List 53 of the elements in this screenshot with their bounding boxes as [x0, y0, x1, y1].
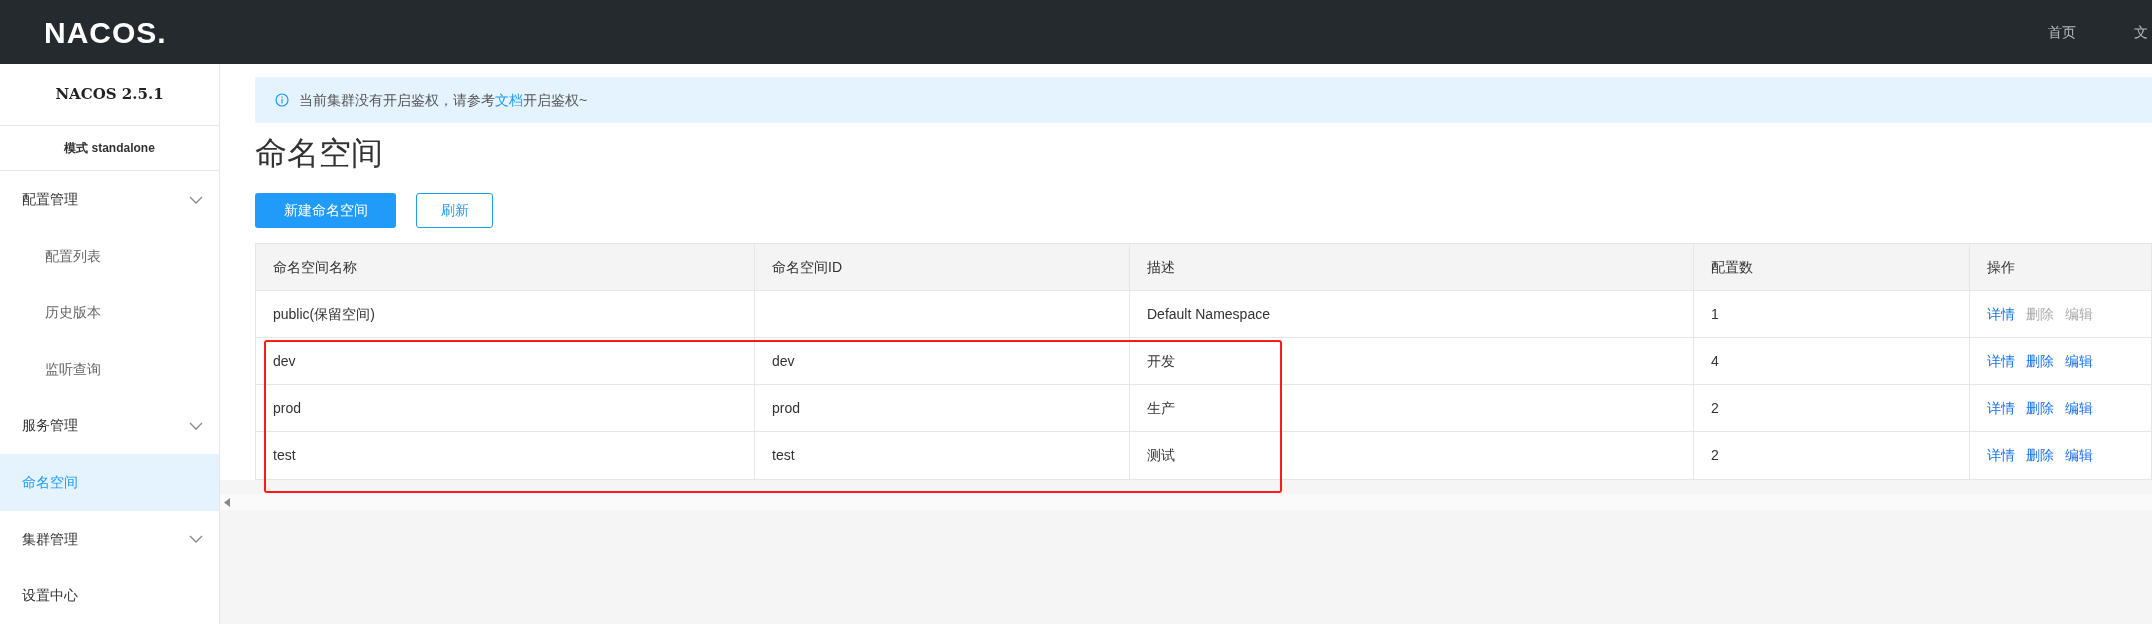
version-label: NACOS 2.5.1 [55, 84, 164, 106]
table-cell: 测试 [1129, 432, 1693, 479]
chevron-down-icon [189, 535, 203, 544]
row-action-link[interactable]: 详情 [1987, 303, 2015, 325]
table-cell: 1 [1693, 291, 1969, 337]
create-button[interactable]: 新建命名空间 [255, 193, 396, 228]
menu-item[interactable]: 集群管理 [0, 510, 219, 568]
table-cell: 2 [1693, 385, 1969, 431]
row-action-link[interactable]: 编辑 [2065, 350, 2093, 372]
table-cell-text: test [272, 446, 297, 465]
scroll-left-icon [224, 497, 230, 507]
row-action-link[interactable]: 详情 [1987, 350, 2015, 372]
table-cell: 生产 [1129, 385, 1693, 431]
chevron-down-icon [189, 195, 203, 204]
table-cell: 4 [1693, 338, 1969, 384]
mode-label: 模式 standalone [64, 139, 155, 157]
table-cell: Default Namespace [1129, 291, 1693, 337]
menu-item[interactable]: 配置管理 [0, 171, 219, 228]
column-header: 描述 [1129, 244, 1693, 290]
column-header: 命名空间ID [754, 244, 1129, 290]
row-action-link[interactable]: 详情 [1987, 397, 2015, 419]
table-cell: prod [754, 385, 1129, 431]
table-cell-text: prod [272, 398, 303, 418]
row-action-link[interactable]: 编辑 [2065, 397, 2093, 419]
page-title: 命名空间 [255, 134, 384, 173]
menu-item[interactable]: 设置中心 [0, 567, 219, 624]
row-action-link[interactable]: 编辑 [2065, 445, 2093, 466]
row-action-link[interactable]: 删除 [2026, 350, 2054, 372]
row-action-link[interactable]: 删除 [2026, 397, 2054, 419]
table-cell-text: public(保留空间) [272, 304, 376, 324]
table-cell: test [754, 432, 1129, 479]
submenu-item[interactable]: 配置列表 [0, 227, 219, 285]
menu-item[interactable]: 服务管理 [0, 397, 219, 455]
submenu-item[interactable]: 监听查询 [0, 341, 219, 398]
row-action-link[interactable]: 详情 [1987, 445, 2015, 466]
table-cell: 开发 [1129, 338, 1693, 384]
refresh-button[interactable]: 刷新 [416, 193, 493, 228]
logo: NACOS. [44, 14, 167, 51]
column-header: 命名空间名称 [272, 257, 358, 277]
submenu-item[interactable]: 历史版本 [0, 284, 219, 342]
info-icon [275, 93, 289, 107]
alert-message: 当前集群没有开启鉴权，请参考文档开启鉴权~ [299, 90, 588, 110]
row-action-link[interactable]: 删除 [2026, 445, 2054, 466]
table-cell: 2 [1693, 432, 1969, 479]
nav-link[interactable]: 文 [2134, 21, 2148, 43]
docs-link[interactable]: 文档 [495, 91, 523, 108]
table-cell: dev [754, 338, 1129, 384]
column-header: 操作 [1969, 244, 2151, 290]
table-cell-text: dev [272, 351, 297, 371]
column-header: 配置数 [1693, 244, 1969, 290]
chevron-down-icon [189, 421, 203, 430]
menu-item[interactable]: 命名空间 [0, 454, 219, 511]
nav-link[interactable]: 首页 [2048, 21, 2076, 43]
